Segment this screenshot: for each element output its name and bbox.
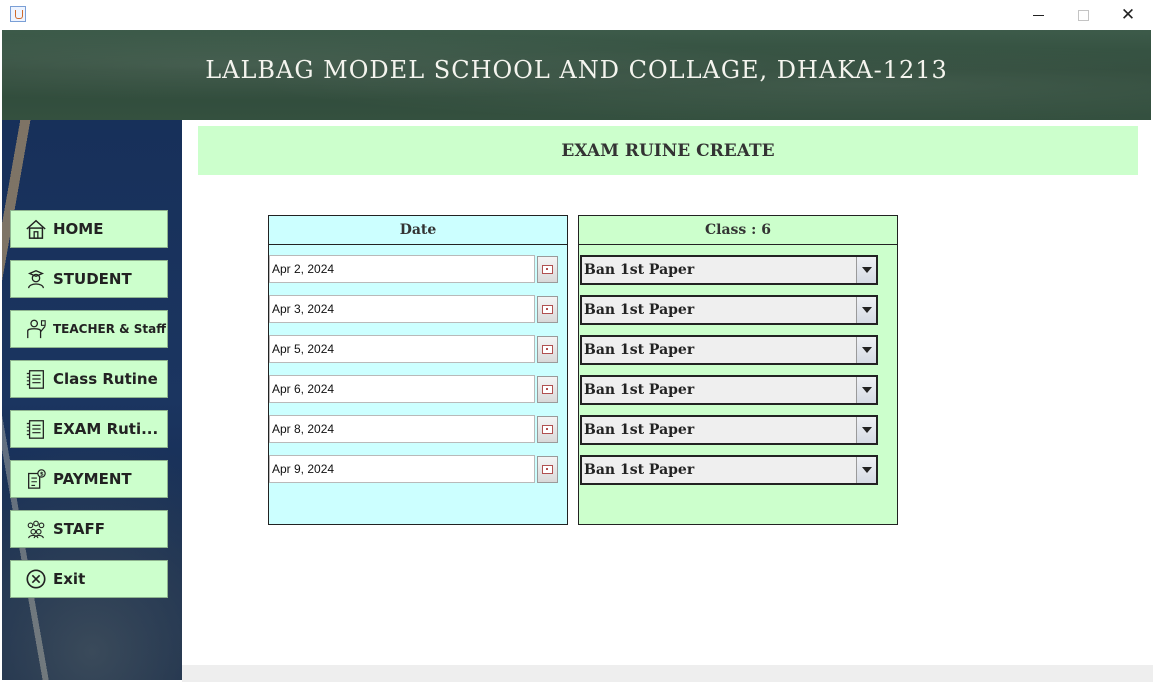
svg-text:$: $ (40, 472, 44, 478)
date-input[interactable]: Apr 3, 2024 (269, 295, 535, 323)
staff-icon (27, 520, 45, 539)
calendar-button[interactable] (537, 296, 558, 323)
date-column-header: Date (269, 216, 567, 245)
date-input[interactable]: Apr 8, 2024 (269, 415, 535, 443)
school-header-banner: LALBAG MODEL SCHOOL AND COLLAGE, DHAKA-1… (2, 30, 1151, 120)
subject-select-row: Ban 1st Paper (580, 255, 878, 285)
nav-exit-label: Exit (53, 570, 86, 588)
subject-select-row: Ban 1st Paper (580, 295, 878, 325)
maximize-button[interactable] (1060, 0, 1106, 30)
class-column-header: Class : 6 (579, 216, 897, 245)
dropdown-arrow[interactable] (856, 457, 876, 483)
student-icon (27, 270, 45, 289)
date-picker-row: Apr 6, 2024 (269, 375, 559, 403)
subject-dropdown-value: Ban 1st Paper (584, 422, 695, 438)
chevron-down-icon (861, 347, 872, 353)
chevron-down-icon (861, 427, 872, 433)
subject-dropdown-value: Ban 1st Paper (584, 262, 695, 278)
date-input[interactable]: Apr 9, 2024 (269, 455, 535, 483)
subject-dropdown-value: Ban 1st Paper (584, 462, 695, 478)
class-panel: Class : 6 Ban 1st Paper Ban 1st Paper Ba… (578, 215, 898, 525)
content-bottom-strip (182, 665, 1153, 682)
date-input[interactable]: Apr 5, 2024 (269, 335, 535, 363)
exit-icon (26, 569, 46, 589)
subject-select-row: Ban 1st Paper (580, 455, 878, 485)
dropdown-arrow[interactable] (856, 257, 876, 283)
routine-icon (26, 370, 44, 389)
nav-staff-button[interactable]: STAFF (10, 510, 168, 548)
subject-dropdown-value: Ban 1st Paper (584, 382, 695, 398)
calendar-button[interactable] (537, 256, 558, 283)
subject-select-row: Ban 1st Paper (580, 375, 878, 405)
close-icon: ✕ (1120, 4, 1136, 25)
chevron-down-icon (861, 267, 872, 273)
calendar-icon (542, 385, 553, 394)
school-title: LALBAG MODEL SCHOOL AND COLLAGE, DHAKA-1… (205, 56, 948, 84)
teacher-icon (27, 319, 46, 339)
calendar-icon (542, 425, 553, 434)
payment-icon: $ (28, 469, 46, 489)
dropdown-arrow[interactable] (856, 297, 876, 323)
date-input[interactable]: Apr 6, 2024 (269, 375, 535, 403)
nav-staff-label: STAFF (53, 520, 105, 538)
date-picker-row: Apr 8, 2024 (269, 415, 559, 443)
nav-class-routine-label: Class Rutine (53, 370, 158, 388)
java-app-icon (10, 6, 26, 22)
nav-home-label: HOME (53, 220, 104, 238)
calendar-icon (542, 265, 553, 274)
nav-payment-button[interactable]: $ PAYMENT (10, 460, 168, 498)
nav-exam-routine-label: EXAM Ruti... (53, 420, 159, 438)
minimize-button[interactable] (1015, 0, 1061, 30)
subject-dropdown[interactable]: Ban 1st Paper (580, 415, 878, 445)
date-picker-row: Apr 2, 2024 (269, 255, 559, 283)
subject-dropdown[interactable]: Ban 1st Paper (580, 255, 878, 285)
date-input[interactable]: Apr 2, 2024 (269, 255, 535, 283)
exam-routine-icon (26, 420, 44, 439)
maximize-icon (1077, 9, 1089, 21)
nav-exit-button[interactable]: Exit (10, 560, 168, 598)
nav-class-routine-button[interactable]: Class Rutine (10, 360, 168, 398)
dropdown-arrow[interactable] (856, 377, 876, 403)
calendar-icon (542, 345, 553, 354)
nav-student-label: STUDENT (53, 270, 132, 288)
calendar-button[interactable] (537, 376, 558, 403)
subject-dropdown-value: Ban 1st Paper (584, 342, 695, 358)
page-title: EXAM RUINE CREATE (198, 126, 1138, 175)
calendar-icon (542, 305, 553, 314)
date-panel: Date Apr 2, 2024 Apr 3, 2024 Apr 5, 2024… (268, 215, 568, 525)
nav-home-button[interactable]: HOME (10, 210, 168, 248)
subject-dropdown[interactable]: Ban 1st Paper (580, 455, 878, 485)
home-icon (26, 219, 46, 239)
subject-dropdown[interactable]: Ban 1st Paper (580, 295, 878, 325)
dropdown-arrow[interactable] (856, 337, 876, 363)
nav-teacher-staff-label: TEACHER & Staff (53, 322, 166, 336)
date-picker-row: Apr 9, 2024 (269, 455, 559, 483)
calendar-button[interactable] (537, 336, 558, 363)
subject-dropdown[interactable]: Ban 1st Paper (580, 375, 878, 405)
dropdown-arrow[interactable] (856, 417, 876, 443)
subject-select-row: Ban 1st Paper (580, 415, 878, 445)
subject-dropdown-value: Ban 1st Paper (584, 302, 695, 318)
chevron-down-icon (861, 307, 872, 313)
nav-payment-label: PAYMENT (53, 470, 132, 488)
nav-teacher-staff-button[interactable]: TEACHER & Staff (10, 310, 168, 348)
date-picker-row: Apr 5, 2024 (269, 335, 559, 363)
date-picker-row: Apr 3, 2024 (269, 295, 559, 323)
subject-dropdown[interactable]: Ban 1st Paper (580, 335, 878, 365)
nav-student-button[interactable]: STUDENT (10, 260, 168, 298)
calendar-button[interactable] (537, 456, 558, 483)
minimize-icon (1032, 14, 1044, 16)
subject-select-row: Ban 1st Paper (580, 335, 878, 365)
nav-exam-routine-button[interactable]: EXAM Ruti... (10, 410, 168, 448)
calendar-icon (542, 465, 553, 474)
chevron-down-icon (861, 467, 872, 473)
chevron-down-icon (861, 387, 872, 393)
close-button[interactable]: ✕ (1105, 0, 1151, 30)
calendar-button[interactable] (537, 416, 558, 443)
window-titlebar: ✕ (0, 0, 1153, 30)
